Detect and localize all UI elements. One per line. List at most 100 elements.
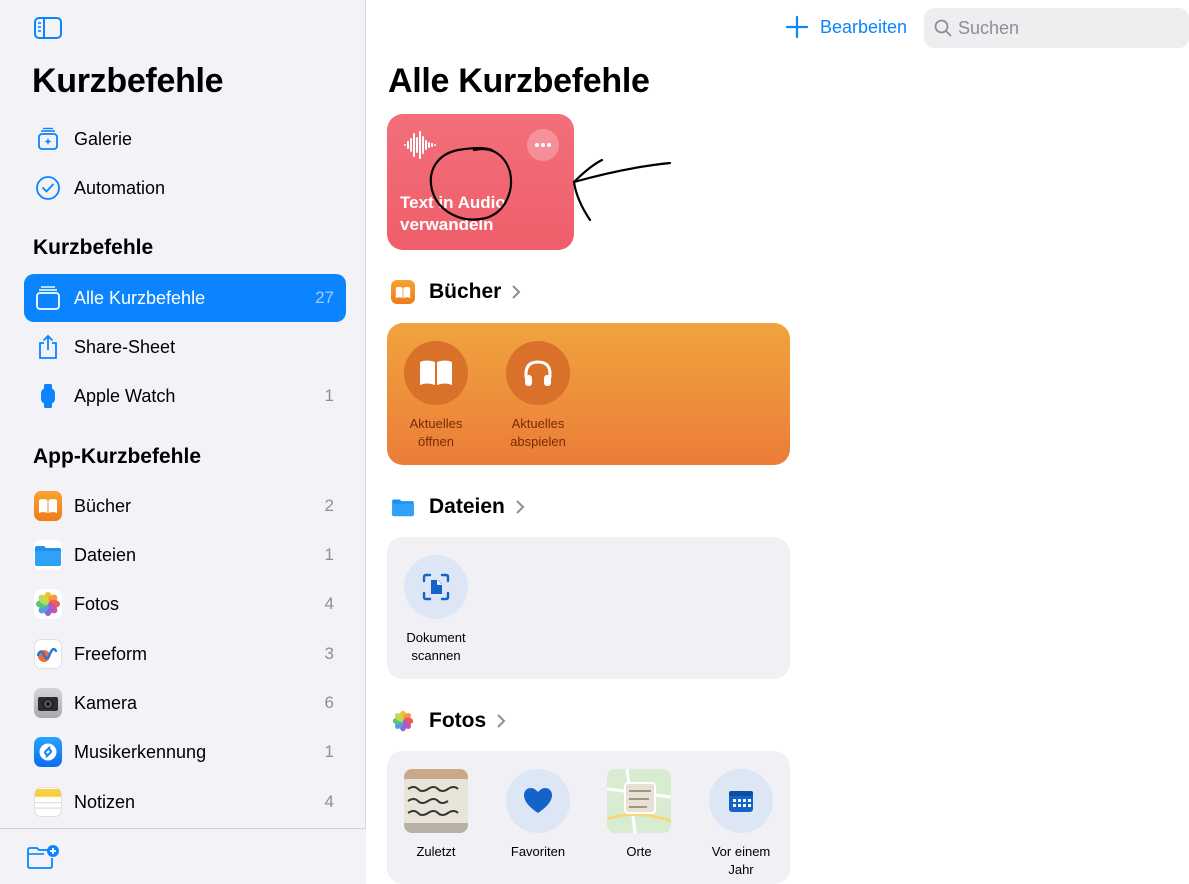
- sidebar-item-count: 6: [324, 693, 334, 712]
- photos-app-icon: [391, 709, 415, 733]
- shazam-app-icon: [34, 737, 62, 767]
- action-label-line: Vor einem: [711, 844, 771, 859]
- sidebar-item-automation[interactable]: Automation: [24, 164, 346, 212]
- sidebar-item-label: Alle Kurzbefehle: [74, 287, 206, 308]
- sidebar-footer: [0, 828, 366, 884]
- books-app-icon-wrap: [34, 491, 62, 521]
- sidebar-item-count: 4: [324, 792, 334, 811]
- tile-label-line: verwandeln: [400, 215, 494, 234]
- action-label: Zuletzt: [391, 843, 481, 861]
- edit-button[interactable]: Bearbeiten: [820, 17, 907, 38]
- sidebar-item-notes[interactable]: Notizen 4: [24, 778, 346, 826]
- sidebar-item-label: Share-Sheet: [74, 336, 176, 357]
- action-label: Aktuelles öffnen: [391, 415, 481, 451]
- action-label: Favoriten: [493, 843, 583, 861]
- chevron-right-icon: [512, 285, 521, 299]
- sidebar-item-files[interactable]: Dateien 1: [24, 531, 346, 579]
- sidebar-item-count: 27: [315, 288, 334, 307]
- sidebar-item-share-sheet[interactable]: Share-Sheet: [24, 323, 346, 371]
- calendar-icon: [709, 769, 773, 833]
- freeform-app-icon: [34, 639, 62, 669]
- sidebar-item-label: Musikerkennung: [74, 741, 207, 762]
- sidebar-item-label: Apple Watch: [74, 385, 176, 406]
- sidebar-item-count: 1: [324, 386, 334, 405]
- action-label: Orte: [594, 843, 684, 861]
- sidebar-item-count: 3: [324, 644, 334, 663]
- sidebar-item-music-recognition[interactable]: Musikerkennung 1: [24, 728, 346, 776]
- files-app-icon-wrap: [34, 540, 62, 570]
- photos-shortcuts-card: Zuletzt Favoriten Orte Vor einem Jahr: [387, 751, 790, 884]
- books-shortcuts-card: Aktuelles öffnen Aktuelles abspielen: [387, 323, 790, 465]
- document-scan-icon: [404, 555, 468, 619]
- sidebar-item-label: Bücher: [74, 495, 132, 516]
- sidebar-item-label: Notizen: [74, 791, 136, 812]
- action-label-line: abspielen: [510, 434, 566, 449]
- sidebar-item-apple-watch[interactable]: Apple Watch 1: [24, 372, 346, 420]
- sidebar-title: Kurzbefehle: [32, 62, 224, 100]
- books-app-icon: [391, 280, 415, 304]
- action-label-line: Aktuelles: [511, 416, 565, 431]
- action-one-year-ago[interactable]: Vor einem Jahr: [696, 769, 786, 879]
- sidebar-item-camera[interactable]: Kamera 6: [24, 679, 346, 727]
- section-heading-shortcuts: Kurzbefehle: [33, 236, 154, 259]
- sidebar-item-gallery[interactable]: Galerie: [24, 115, 346, 163]
- watch-icon: [34, 382, 62, 410]
- new-folder-icon[interactable]: [26, 844, 60, 870]
- action-label: Vor einem Jahr: [696, 843, 786, 879]
- sidebar-item-count: 4: [324, 594, 334, 613]
- action-recent-photos[interactable]: Zuletzt: [391, 769, 481, 861]
- action-open-current-book[interactable]: Aktuelles öffnen: [391, 341, 481, 451]
- sidebar-item-books[interactable]: Bücher 2: [24, 482, 346, 530]
- group-header-books[interactable]: Bücher: [391, 280, 521, 304]
- books-app-icon: [34, 491, 62, 521]
- notes-app-icon-wrap: [34, 787, 62, 817]
- shazam-app-icon-wrap: [34, 737, 62, 767]
- sidebar-item-label: Dateien: [74, 544, 137, 565]
- share-icon: [34, 333, 62, 361]
- map-thumbnail: [607, 769, 671, 833]
- sidebar-item-freeform[interactable]: Freeform 3: [24, 630, 346, 678]
- recent-photo-thumbnail: [404, 769, 468, 833]
- sidebar-toggle-icon[interactable]: [34, 17, 62, 39]
- files-app-icon: [391, 495, 415, 519]
- notes-app-icon: [34, 787, 62, 817]
- page-title: Alle Kurzbefehle: [388, 62, 650, 100]
- action-label: Dokument scannen: [391, 629, 481, 665]
- group-title: Bücher: [429, 280, 502, 303]
- action-scan-document[interactable]: Dokument scannen: [391, 555, 481, 665]
- heart-icon: [506, 769, 570, 833]
- section-heading-app-shortcuts: App-Kurzbefehle: [33, 445, 201, 468]
- sidebar-item-label: Kamera: [74, 692, 138, 713]
- search-icon: [934, 19, 952, 37]
- group-title: Dateien: [429, 495, 505, 518]
- search-field[interactable]: [924, 8, 1189, 48]
- sidebar-item-label: Automation: [74, 177, 166, 198]
- photos-app-icon: [34, 589, 62, 619]
- sidebar-item-photos[interactable]: Fotos 4: [24, 580, 346, 628]
- chevron-right-icon: [516, 500, 525, 514]
- camera-app-icon: [34, 688, 62, 718]
- sidebar-item-label: Freeform: [74, 643, 148, 664]
- action-play-current-book[interactable]: Aktuelles abspielen: [493, 341, 583, 451]
- add-shortcut-icon[interactable]: [784, 14, 810, 40]
- action-favorites[interactable]: Favoriten: [493, 769, 583, 861]
- all-shortcuts-icon: [34, 284, 62, 312]
- search-input[interactable]: [958, 17, 1158, 39]
- files-app-icon: [34, 540, 62, 570]
- sidebar: Kurzbefehle Galerie Automation Kurzbefeh…: [0, 0, 366, 884]
- sidebar-item-label: Fotos: [74, 593, 120, 614]
- group-header-files[interactable]: Dateien: [391, 495, 525, 519]
- action-label-line: Zuletzt: [416, 844, 456, 859]
- group-header-photos[interactable]: Fotos: [391, 709, 506, 733]
- shortcut-tile-label: Text in Audio verwandeln: [400, 192, 550, 236]
- action-places[interactable]: Orte: [594, 769, 684, 861]
- action-label-line: scannen: [411, 648, 461, 663]
- gallery-icon: [34, 125, 62, 153]
- open-book-icon: [404, 341, 468, 405]
- more-options-button[interactable]: [527, 129, 559, 161]
- sidebar-item-count: 2: [324, 496, 334, 515]
- sidebar-item-label: Galerie: [74, 128, 133, 149]
- sidebar-item-all-shortcuts[interactable]: Alle Kurzbefehle 27: [24, 274, 346, 322]
- headphones-icon: [506, 341, 570, 405]
- action-label: Aktuelles abspielen: [493, 415, 583, 451]
